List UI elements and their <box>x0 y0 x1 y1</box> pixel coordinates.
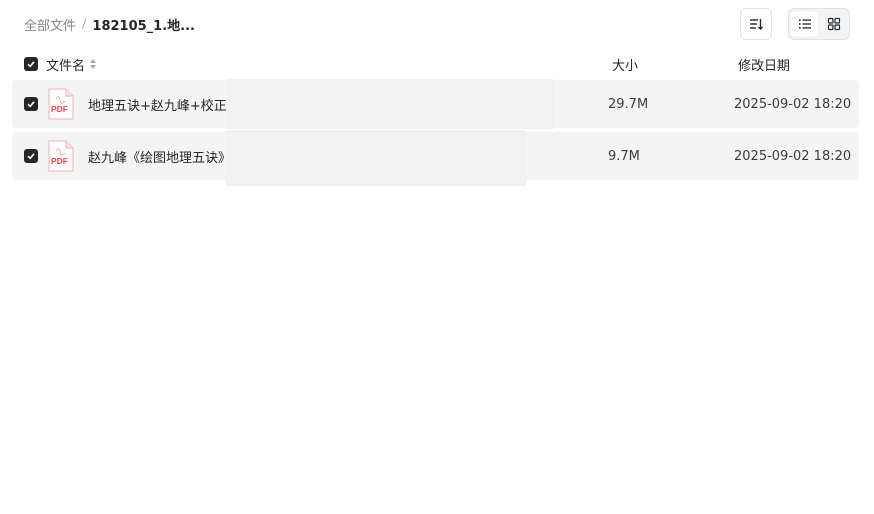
breadcrumb-separator: / <box>82 16 87 32</box>
sort-icon <box>750 19 763 30</box>
name-column-header[interactable]: 文件名 <box>46 52 97 76</box>
obscured-region <box>226 130 526 186</box>
obscured-region <box>226 79 554 129</box>
file-size: 9.7M <box>608 148 640 164</box>
sort-button[interactable] <box>740 8 772 40</box>
list-view-icon <box>798 19 811 29</box>
grid-view-icon <box>827 17 840 31</box>
breadcrumb: 全部文件 / 182105_1.地... <box>24 14 195 34</box>
pdf-badge-label: PDF <box>51 104 68 114</box>
list-view-button[interactable] <box>791 11 818 37</box>
file-name-link[interactable]: 赵九峰《绘图地理五诀》.( <box>88 132 240 180</box>
date-column-header: 修改日期 <box>738 58 791 74</box>
pdf-badge-label: PDF <box>51 156 68 166</box>
file-modified-date: 2025-09-02 18:20 <box>734 148 852 164</box>
row-checkbox[interactable] <box>24 97 38 111</box>
pdf-file-icon: PDF <box>48 88 74 120</box>
grid-view-button[interactable] <box>820 11 847 37</box>
name-column-label: 文件名 <box>46 58 86 74</box>
checkmark-icon <box>27 153 35 160</box>
select-all-checkbox[interactable] <box>24 57 38 71</box>
sort-toggle-icon[interactable] <box>89 58 97 70</box>
size-column-header: 大小 <box>612 58 639 74</box>
breadcrumb-root-link[interactable]: 全部文件 <box>24 15 76 34</box>
breadcrumb-current-folder: 182105_1.地... <box>92 18 195 34</box>
checkmark-icon <box>27 61 35 68</box>
row-checkbox[interactable] <box>24 149 38 163</box>
view-mode-toggle <box>788 8 850 40</box>
pdf-file-icon: PDF <box>48 140 74 172</box>
file-name-link[interactable]: 地理五诀+赵九峰+校正+1 <box>88 80 246 128</box>
file-modified-date: 2025-09-02 18:20 <box>734 96 852 112</box>
table-header: 文件名 大小 修改日期 <box>12 52 859 76</box>
checkmark-icon <box>27 101 35 108</box>
file-size: 29.7M <box>608 96 649 112</box>
